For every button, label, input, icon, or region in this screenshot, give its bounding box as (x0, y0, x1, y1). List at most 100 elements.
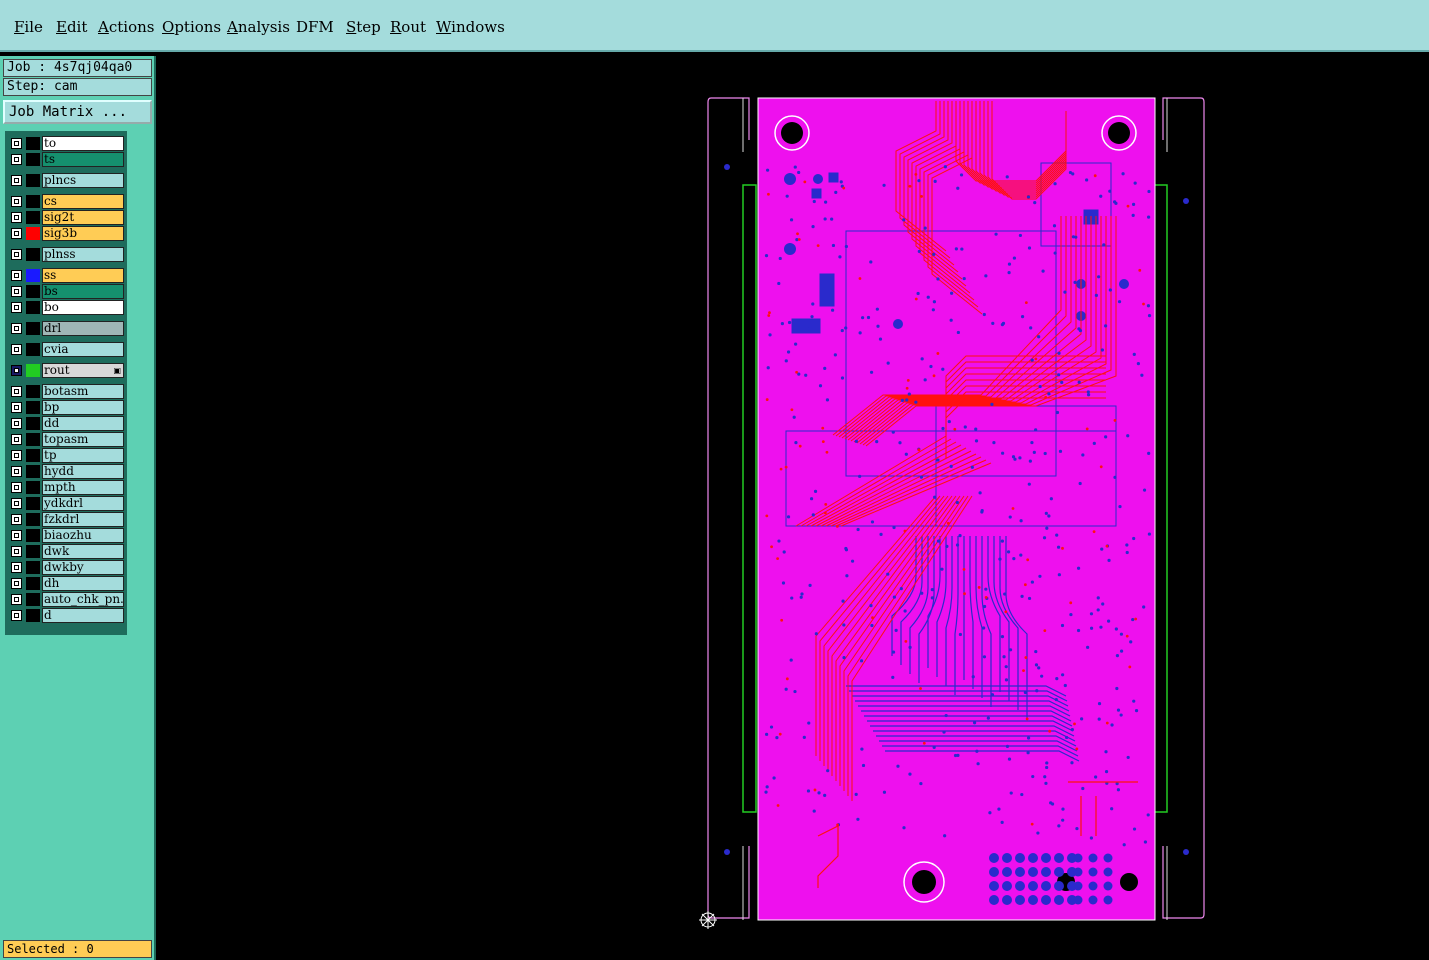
menu-windows[interactable]: Windows (436, 18, 505, 36)
layer-name[interactable]: dh (42, 576, 124, 591)
layer-row-hydd[interactable]: hydd (8, 464, 126, 479)
layer-checkbox[interactable] (11, 450, 22, 461)
layer-checkbox[interactable] (11, 154, 22, 165)
layer-row-biaozhu[interactable]: biaozhu (8, 528, 126, 543)
layer-checkbox[interactable] (11, 270, 22, 281)
layer-row-mpth[interactable]: mpth (8, 480, 126, 495)
layer-checkbox[interactable] (11, 365, 22, 376)
layer-color-swatch[interactable] (26, 513, 40, 526)
layer-name[interactable]: sig3b (42, 226, 124, 241)
layer-color-swatch[interactable] (26, 269, 40, 282)
layer-row-plncs[interactable]: plncs (8, 173, 126, 188)
layer-name[interactable]: ts (42, 152, 124, 167)
layer-color-swatch[interactable] (26, 529, 40, 542)
layer-checkbox[interactable] (11, 578, 22, 589)
layer-row-drl[interactable]: drl (8, 321, 126, 336)
layer-color-swatch[interactable] (26, 433, 40, 446)
layer-color-swatch[interactable] (26, 593, 40, 606)
layer-name[interactable]: d (42, 608, 124, 623)
layer-color-swatch[interactable] (26, 364, 40, 377)
menu-analysis[interactable]: Analysis (227, 18, 290, 36)
menu-actions[interactable]: Actions (98, 18, 154, 36)
layer-checkbox[interactable] (11, 212, 22, 223)
layer-row-fzkdrl[interactable]: fzkdrl (8, 512, 126, 527)
menu-edit[interactable]: Edit (56, 18, 87, 36)
layer-checkbox[interactable] (11, 514, 22, 525)
layer-row-cs[interactable]: cs (8, 194, 126, 209)
layer-row-cvia[interactable]: cvia (8, 342, 126, 357)
layer-name[interactable]: rout ▣ (42, 363, 124, 378)
layer-checkbox[interactable] (11, 418, 22, 429)
layer-color-swatch[interactable] (26, 577, 40, 590)
menu-step[interactable]: Step (346, 18, 381, 36)
layer-name[interactable]: dwkby (42, 560, 124, 575)
layer-name[interactable]: bs (42, 284, 124, 299)
menu-dfm[interactable]: DFM (296, 18, 334, 36)
layer-row-botasm[interactable]: botasm (8, 384, 126, 399)
layer-name[interactable]: drl (42, 321, 124, 336)
layer-row-dh[interactable]: dh (8, 576, 126, 591)
layer-checkbox[interactable] (11, 434, 22, 445)
layer-row-ts[interactable]: ts (8, 152, 126, 167)
layer-color-swatch[interactable] (26, 343, 40, 356)
menu-rout[interactable]: Rout (390, 18, 426, 36)
layer-color-swatch[interactable] (26, 174, 40, 187)
layer-name[interactable]: tp (42, 448, 124, 463)
layer-name[interactable]: ydkdrl (42, 496, 124, 511)
layer-checkbox[interactable] (11, 562, 22, 573)
layer-name[interactable]: dwk (42, 544, 124, 559)
layer-checkbox[interactable] (11, 196, 22, 207)
layer-row-dwk[interactable]: dwk (8, 544, 126, 559)
layer-color-swatch[interactable] (26, 248, 40, 261)
layer-color-swatch[interactable] (26, 301, 40, 314)
layer-name[interactable]: botasm (42, 384, 124, 399)
menu-options[interactable]: Options (162, 18, 221, 36)
layer-row-ss[interactable]: ss (8, 268, 126, 283)
graphics-canvas[interactable] (156, 56, 1429, 960)
layer-checkbox[interactable] (11, 546, 22, 557)
layer-color-swatch[interactable] (26, 465, 40, 478)
layer-checkbox[interactable] (11, 482, 22, 493)
layer-row-d[interactable]: d (8, 608, 126, 623)
layer-row-bo[interactable]: bo (8, 300, 126, 315)
layer-checkbox[interactable] (11, 228, 22, 239)
job-matrix-button[interactable]: Job Matrix ... (3, 100, 152, 124)
layer-checkbox[interactable] (11, 610, 22, 621)
layer-name[interactable]: ss (42, 268, 124, 283)
layer-color-swatch[interactable] (26, 417, 40, 430)
layer-checkbox[interactable] (11, 594, 22, 605)
layer-color-swatch[interactable] (26, 481, 40, 494)
layer-checkbox[interactable] (11, 138, 22, 149)
layer-checkbox[interactable] (11, 498, 22, 509)
layer-name[interactable]: dd (42, 416, 124, 431)
layer-color-swatch[interactable] (26, 385, 40, 398)
layer-row-tp[interactable]: tp (8, 448, 126, 463)
layer-checkbox[interactable] (11, 249, 22, 260)
layer-name[interactable]: cs (42, 194, 124, 209)
layer-checkbox[interactable] (11, 402, 22, 413)
layer-row-ydkdrl[interactable]: ydkdrl (8, 496, 126, 511)
layer-checkbox[interactable] (11, 530, 22, 541)
pcb-board-view[interactable] (156, 56, 1429, 960)
layer-name[interactable]: mpth (42, 480, 124, 495)
layer-name[interactable]: bo (42, 300, 124, 315)
layer-row-bp[interactable]: bp (8, 400, 126, 415)
layer-row-sig2t[interactable]: sig2t (8, 210, 126, 225)
layer-row-bs[interactable]: bs (8, 284, 126, 299)
layer-checkbox[interactable] (11, 323, 22, 334)
layer-name[interactable]: fzkdrl (42, 512, 124, 527)
layer-color-swatch[interactable] (26, 153, 40, 166)
layer-checkbox[interactable] (11, 386, 22, 397)
layer-name[interactable]: plncs (42, 173, 124, 188)
layer-name[interactable]: topasm (42, 432, 124, 447)
layer-name[interactable]: bp (42, 400, 124, 415)
layer-checkbox[interactable] (11, 466, 22, 477)
layer-checkbox[interactable] (11, 286, 22, 297)
layer-name[interactable]: cvia (42, 342, 124, 357)
layer-row-plnss[interactable]: plnss (8, 247, 126, 262)
layer-color-swatch[interactable] (26, 322, 40, 335)
layer-row-to[interactable]: to (8, 136, 126, 151)
layer-color-swatch[interactable] (26, 195, 40, 208)
layer-color-swatch[interactable] (26, 137, 40, 150)
layer-color-swatch[interactable] (26, 545, 40, 558)
